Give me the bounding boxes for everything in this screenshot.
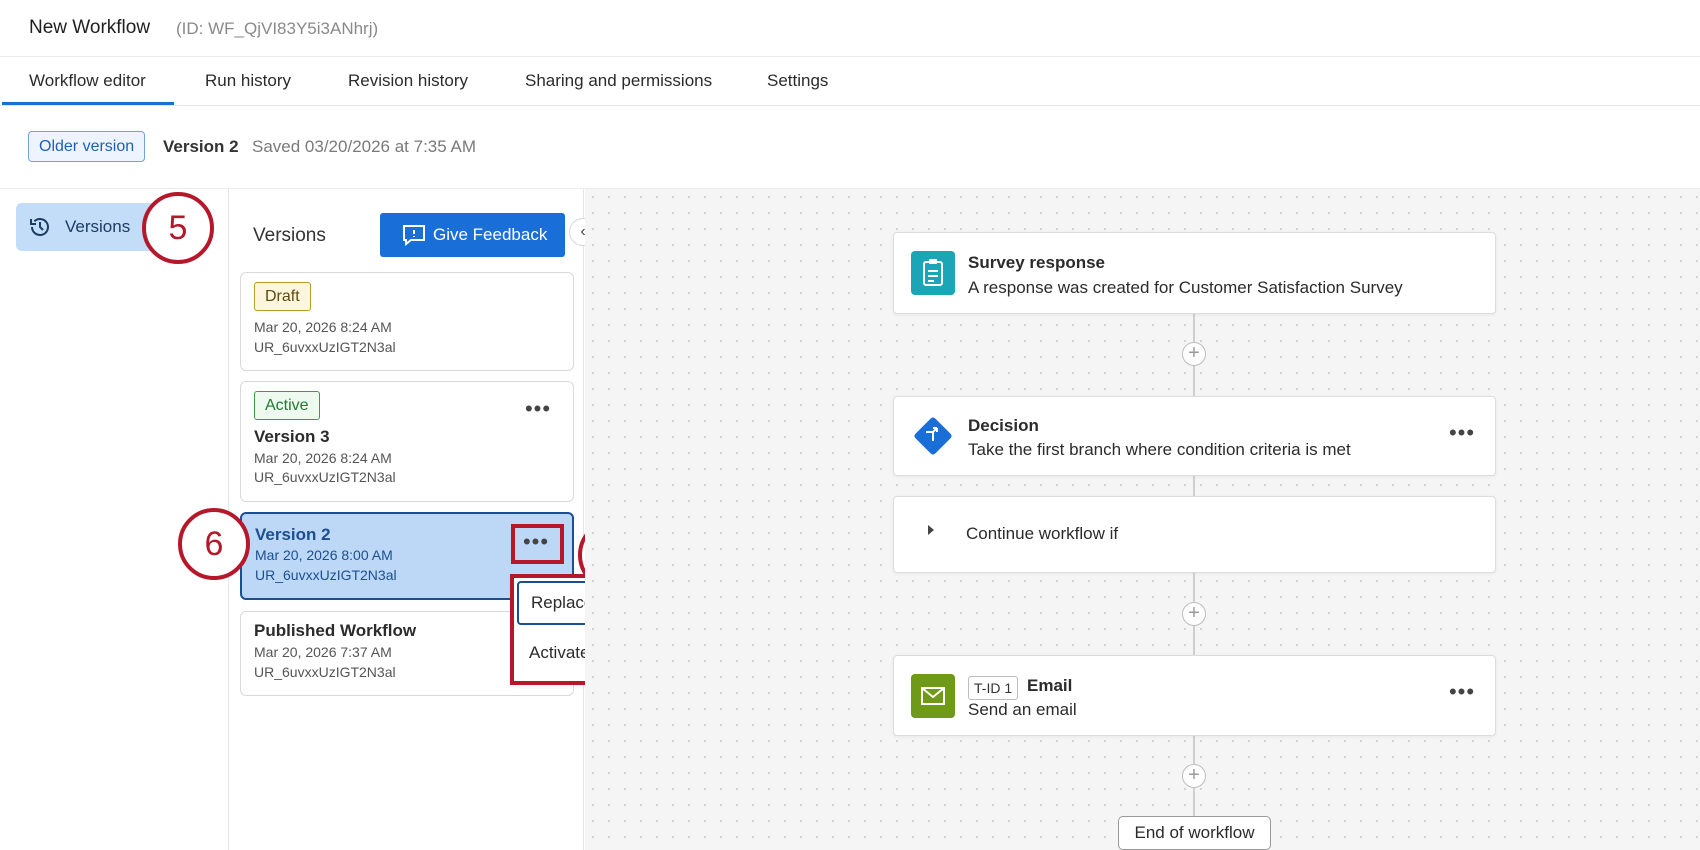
version-user: UR_6uvxxUzIGT2N3al [254,664,396,680]
page-title: New Workflow [29,17,151,38]
versions-panel-title: Versions [253,225,326,246]
draft-badge: Draft [254,282,311,311]
add-step-button[interactable]: + [1182,602,1206,626]
more-options-button[interactable]: ••• [518,398,558,427]
node-continue-workflow-if[interactable]: Continue workflow if [893,496,1496,573]
step-marker-5: 5 [142,192,214,264]
step-marker-6: 6 [178,508,250,580]
give-feedback-button[interactable]: Give Feedback [380,213,565,257]
task-id-tag: T-ID 1 [968,676,1019,700]
saved-timestamp: Saved 03/20/2026 at 7:35 AM [252,137,477,156]
node-subtitle: A response was created for Customer Sati… [968,278,1403,297]
history-icon [30,218,49,236]
node-title: Email [1027,676,1073,695]
divider [0,105,1700,106]
version-date: Mar 20, 2026 8:24 AM [254,450,392,466]
version-date: Mar 20, 2026 7:37 AM [254,644,392,660]
node-decision[interactable]: Decision Take the first branch where con… [893,396,1496,476]
node-subtitle: Take the first branch where condition cr… [968,440,1351,459]
email-icon [911,674,955,718]
version-user: UR_6uvxxUzIGT2N3al [255,567,397,583]
tab-workflow-editor[interactable]: Workflow editor [29,71,146,91]
more-options-button[interactable]: ••• [1442,681,1482,710]
version-date: Mar 20, 2026 8:00 AM [255,547,393,563]
current-version-label: Version 2 [163,137,239,156]
version-name: Published Workflow [254,621,417,640]
node-survey-response[interactable]: Survey response A response was created f… [893,232,1496,314]
version-user: UR_6uvxxUzIGT2N3al [254,469,396,485]
chevron-right-icon[interactable] [928,525,934,535]
version-date: Mar 20, 2026 8:24 AM [254,319,392,335]
divider [0,56,1700,57]
node-title: Survey response [968,253,1106,272]
connector-line [1193,476,1195,496]
decision-branch-icon [911,414,955,458]
feedback-icon [403,225,425,246]
node-subtitle: Send an email [968,700,1077,719]
versions-rail-label: Versions [65,217,131,236]
tab-settings[interactable]: Settings [767,71,828,91]
add-step-button[interactable]: + [1182,342,1206,366]
older-version-badge: Older version [28,131,146,162]
add-step-button[interactable]: + [1182,764,1206,788]
end-of-workflow-label: End of workflow [1118,816,1271,850]
node-title: Decision [968,416,1039,435]
version-name: Version 3 [254,427,330,446]
give-feedback-label: Give Feedback [433,225,548,244]
tab-run-history[interactable]: Run history [205,71,291,91]
version-card-version-3[interactable]: Active Version 3 Mar 20, 2026 8:24 AM UR… [240,381,574,502]
tab-revision-history[interactable]: Revision history [348,71,468,91]
version-card-draft[interactable]: Draft Mar 20, 2026 8:24 AM UR_6uvxxUzIGT… [240,272,574,371]
active-badge: Active [254,391,320,420]
version-name: Version 2 [255,525,331,544]
more-options-button[interactable]: ••• [1442,422,1482,451]
tab-sharing-permissions[interactable]: Sharing and permissions [525,71,712,91]
node-email[interactable]: T-ID 1 Email Send an email ••• [893,655,1496,736]
more-options-button[interactable]: ••• [516,531,556,560]
workflow-id: (ID: WF_QjVI83Y5i3ANhrj) [176,19,379,38]
survey-clipboard-icon [911,251,955,295]
version-user: UR_6uvxxUzIGT2N3al [254,339,396,355]
node-title: Continue workflow if [966,524,1119,543]
